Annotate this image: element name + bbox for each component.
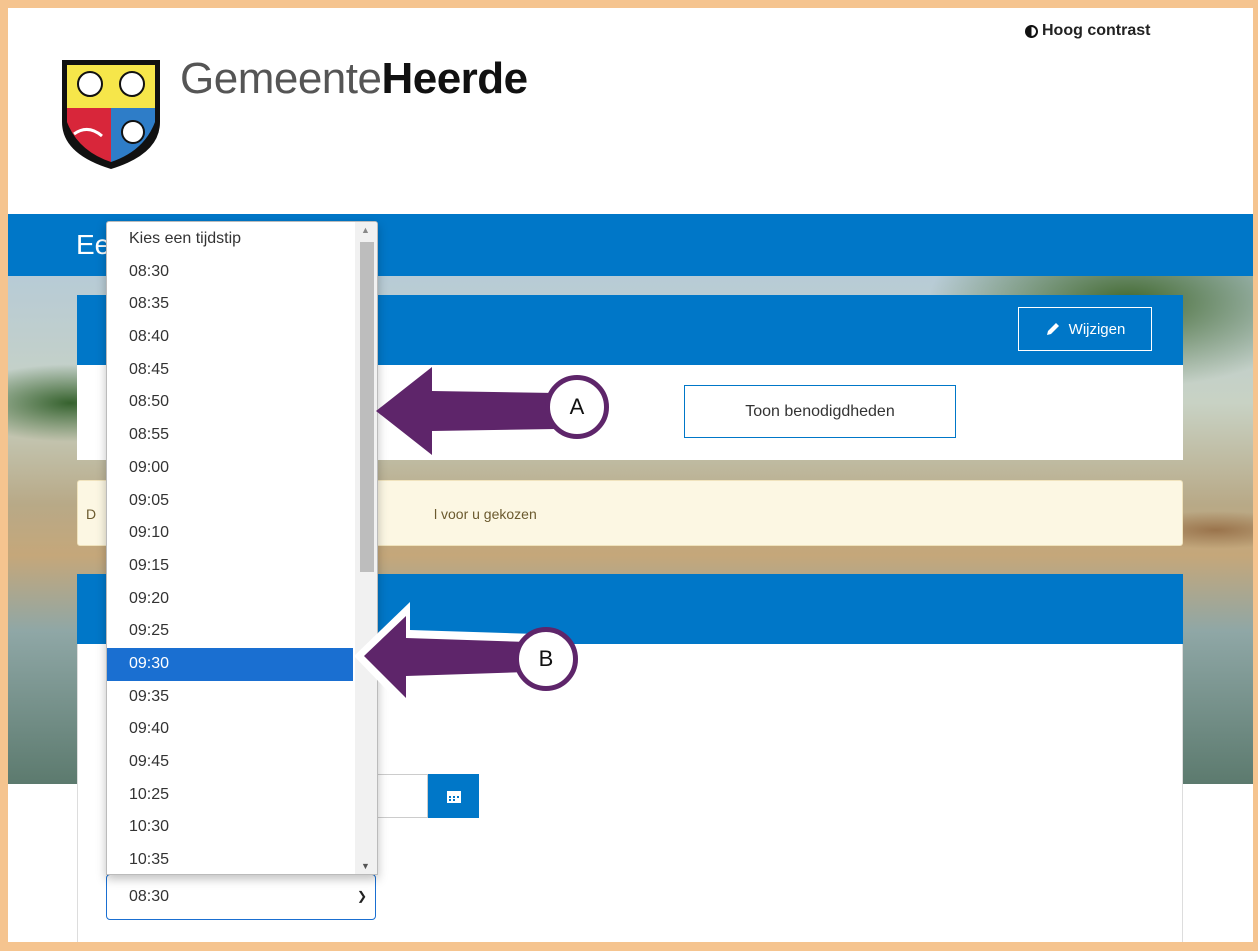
brand-bold: Heerde: [381, 54, 528, 103]
time-option[interactable]: 09:00: [107, 452, 353, 485]
time-select[interactable]: 08:30 ❯: [106, 874, 376, 920]
notice-text: l voor u gekozen: [434, 506, 537, 522]
time-option[interactable]: 08:50: [107, 386, 353, 419]
edit-button[interactable]: Wijzigen: [1018, 307, 1152, 351]
time-option[interactable]: 09:40: [107, 713, 353, 746]
time-option-placeholder[interactable]: Kies een tijdstip: [107, 223, 353, 256]
time-select-value: 08:30: [129, 888, 170, 905]
time-option[interactable]: 09:10: [107, 517, 353, 550]
time-option[interactable]: 09:30: [107, 647, 353, 681]
calendar-icon: [446, 791, 461, 803]
time-option[interactable]: 09:15: [107, 550, 353, 583]
time-option[interactable]: 08:30: [107, 256, 353, 289]
annotation-arrow-a: [376, 367, 556, 455]
chevron-down-icon: ❯: [356, 889, 367, 903]
edit-button-label: Wijzigen: [1068, 320, 1126, 338]
time-option[interactable]: 10:30: [107, 811, 353, 844]
annotation-arrow-b: [354, 602, 536, 714]
annotation-badge-b: B: [514, 627, 578, 691]
time-dropdown-list[interactable]: Kies een tijdstip 08:30 08:35 08:40 08:45 08:…: [106, 221, 378, 875]
pencil-icon: [1046, 323, 1059, 335]
annotation-badge-a: A: [545, 375, 609, 439]
time-option[interactable]: 09:05: [107, 485, 353, 518]
time-option[interactable]: 10:25: [107, 779, 353, 812]
time-options: Kies een tijdstip 08:30 08:35 08:40 08:45 08:…: [107, 223, 353, 874]
notice-prefix: D: [86, 506, 97, 522]
time-option[interactable]: 10:35: [107, 844, 353, 874]
time-option[interactable]: 09:35: [107, 681, 353, 714]
page-frame: Hoog contrast GemeenteHeerde Ee Wijzigen…: [8, 8, 1253, 942]
time-option[interactable]: 08:45: [107, 354, 353, 387]
high-contrast-toggle[interactable]: Hoog contrast: [1025, 22, 1150, 40]
brand-light: Gemeente: [180, 54, 382, 103]
time-option[interactable]: 09:45: [107, 746, 353, 779]
scroll-up-icon[interactable]: ▲: [361, 225, 370, 235]
municipality-logo: [62, 60, 160, 169]
time-option[interactable]: 08:35: [107, 288, 353, 321]
time-option[interactable]: 09:20: [107, 583, 353, 616]
time-option[interactable]: 09:25: [107, 615, 353, 648]
time-option[interactable]: 08:40: [107, 321, 353, 354]
time-option[interactable]: 08:55: [107, 419, 353, 452]
contrast-icon: [1025, 24, 1038, 38]
high-contrast-label: Hoog contrast: [1042, 22, 1151, 39]
brand-title: GemeenteHeerde: [180, 54, 528, 104]
scroll-down-icon[interactable]: ▼: [361, 861, 370, 871]
calendar-button[interactable]: [428, 774, 479, 818]
dropdown-scrollbar[interactable]: ▲ ▼: [355, 222, 377, 874]
show-requirements-button[interactable]: Toon benodigdheden: [684, 385, 956, 438]
